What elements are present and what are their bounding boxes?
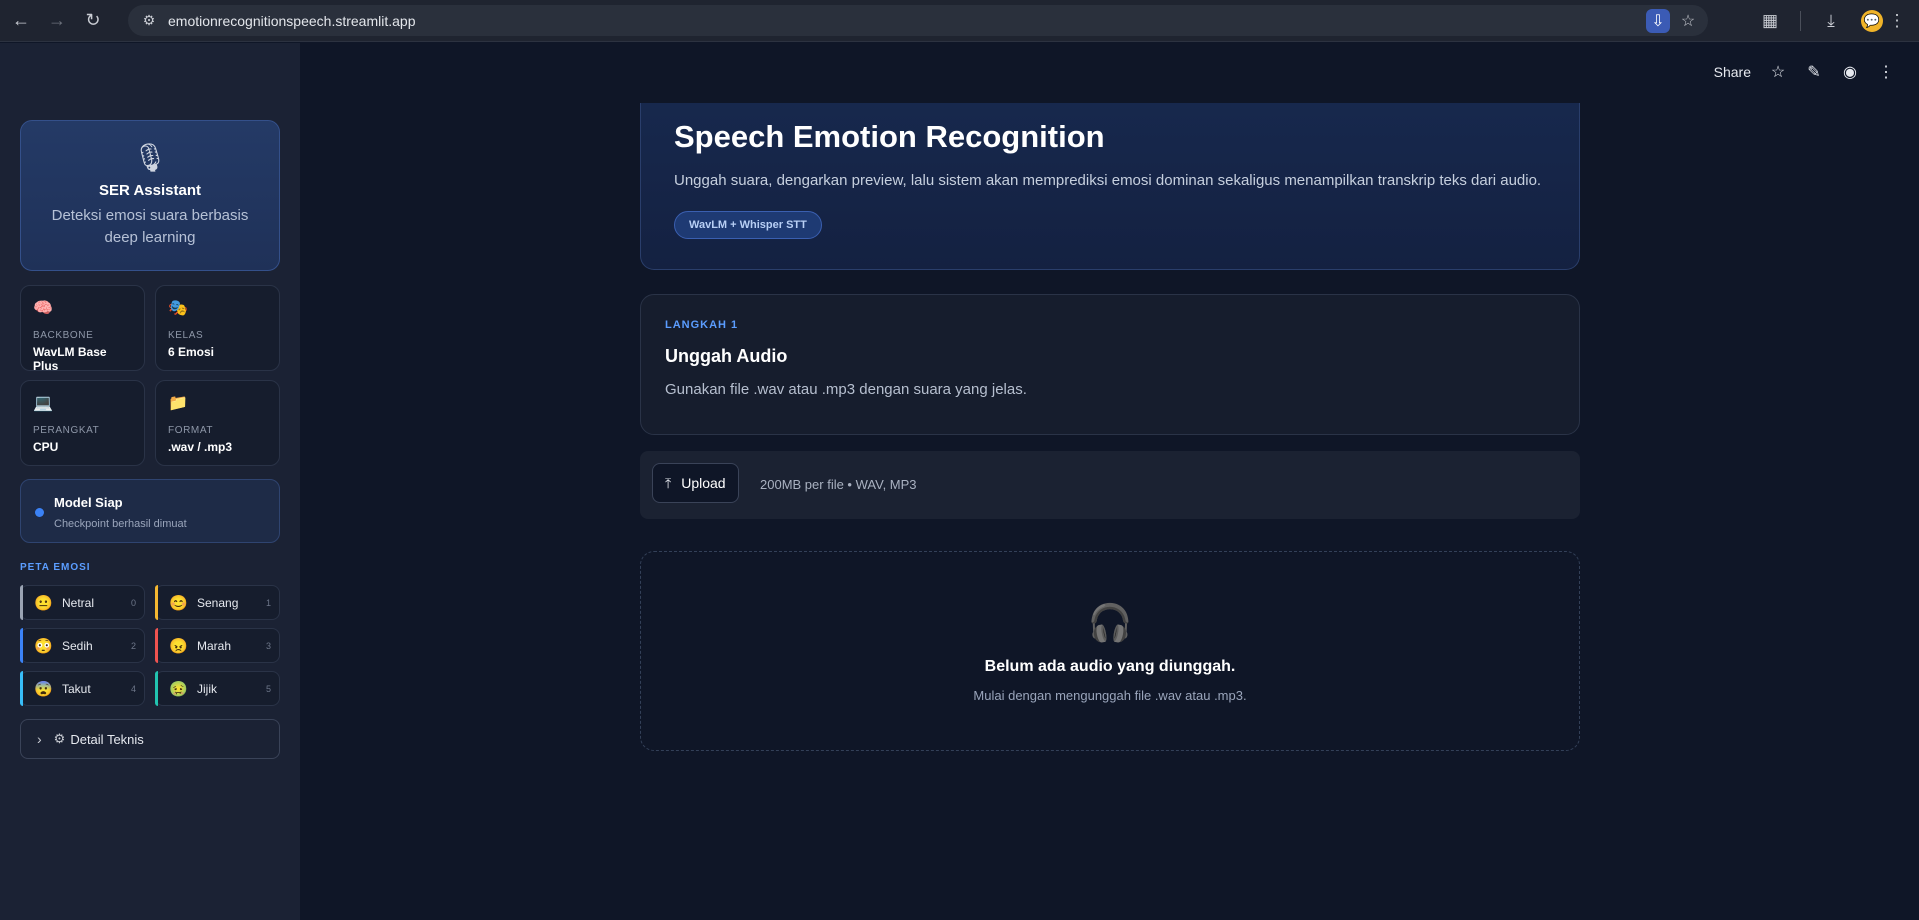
site-settings-icon[interactable]: ⚙: [136, 10, 162, 32]
emotion-index: 5: [265, 683, 271, 694]
emotion-index: 0: [130, 597, 136, 608]
flushed-face-icon: 😳: [34, 637, 53, 655]
upload-icon: ⤒: [665, 474, 672, 491]
hero-banner: Speech Emotion Recognition Unggah suara,…: [640, 103, 1580, 270]
brain-icon: 🧠: [33, 300, 53, 317]
page-title: Speech Emotion Recognition: [674, 119, 1105, 154]
status-dot: [35, 508, 44, 517]
model-status-card: Model Siap Checkpoint berhasil dimuat: [20, 479, 280, 543]
star-icon[interactable]: ☆: [1769, 62, 1787, 82]
upload-hint: 200MB per file • WAV, MP3: [760, 477, 917, 492]
emotion-index: 2: [130, 640, 136, 651]
downloads-icon[interactable]: ⤓: [1817, 7, 1845, 35]
emotion-name: Marah: [197, 638, 232, 653]
info-value: .wav / .mp3: [168, 440, 233, 454]
empty-state-title: Belum ada audio yang diunggah.: [984, 658, 1236, 675]
emotion-index: 4: [130, 683, 136, 694]
emotion-index: 3: [265, 640, 271, 651]
theater-masks-icon: 🎭: [168, 300, 188, 317]
smiling-face-icon: 😊: [169, 594, 188, 612]
model-status-title: Model Siap: [54, 495, 123, 510]
github-icon[interactable]: ◉: [1841, 62, 1859, 82]
info-label: PERANGKAT: [33, 425, 100, 436]
info-value: CPU: [33, 440, 59, 454]
emotion-color-bar: [20, 585, 23, 620]
emotion-item-netral: 😐 Netral 0: [20, 585, 145, 620]
info-value: WavLM Base Plus: [33, 345, 107, 373]
step-card: LANGKAH 1 Unggah Audio Gunakan file .wav…: [640, 294, 1580, 435]
fearful-face-icon: 😨: [34, 680, 53, 698]
model-status-subtitle: Checkpoint berhasil dimuat: [54, 518, 187, 530]
step-kicker: LANGKAH 1: [665, 319, 739, 331]
upload-button-label: Upload: [681, 475, 726, 491]
neutral-face-icon: 😐: [34, 594, 53, 612]
upload-button[interactable]: ⤒ Upload: [652, 463, 739, 503]
microphone-icon: 🎙: [132, 142, 168, 173]
empty-state-card: 🎧 Belum ada audio yang diunggah. Mulai d…: [640, 551, 1580, 751]
profile-avatar-icon[interactable]: 💬: [1861, 10, 1883, 32]
emotion-name: Netral: [62, 595, 95, 610]
file-uploader[interactable]: ⤒ Upload 200MB per file • WAV, MP3: [640, 451, 1580, 519]
info-label: BACKBONE: [33, 330, 94, 341]
emotion-map-heading: PETA EMOSI: [20, 562, 91, 573]
info-label: KELAS: [168, 330, 204, 341]
forward-arrow-icon[interactable]: →: [42, 6, 72, 36]
toolbar-divider: [1800, 11, 1801, 31]
emotion-color-bar: [20, 628, 23, 663]
step-description: Gunakan file .wav atau .mp3 dengan suara…: [665, 381, 1027, 398]
info-label: FORMAT: [168, 425, 214, 436]
info-card-backbone: 🧠 BACKBONE WavLM Base Plus: [20, 285, 145, 373]
assistant-card: 🎙 SER Assistant Deteksi emosi suara berb…: [20, 120, 280, 271]
detail-teknis-expander[interactable]: › ⚙ Detail Teknis: [20, 719, 280, 759]
model-badge: WavLM + Whisper STT: [674, 211, 822, 239]
extensions-icon[interactable]: ▦: [1756, 7, 1784, 35]
url-text[interactable]: emotionrecognitionspeech.streamlit.app: [168, 13, 415, 29]
app-toolbar: Share ☆ ✎ ◉ ⋮: [1714, 62, 1895, 82]
angry-face-icon: 😠: [169, 637, 188, 655]
emotion-name: Takut: [62, 681, 91, 696]
folder-icon: 📁: [168, 395, 188, 412]
hero-description: Unggah suara, dengarkan preview, lalu si…: [674, 172, 1542, 189]
step-title: Unggah Audio: [665, 346, 788, 366]
emotion-color-bar: [155, 585, 158, 620]
emotion-item-marah: 😠 Marah 3: [155, 628, 280, 663]
nauseated-face-icon: 🤢: [169, 680, 188, 698]
sidebar: 🎙 SER Assistant Deteksi emosi suara berb…: [0, 43, 300, 920]
headphones-icon: 🎧: [1087, 602, 1133, 643]
browser-toolbar: ← → ↻ ⚙ emotionrecognitionspeech.streaml…: [0, 0, 1919, 42]
emotion-name: Senang: [197, 595, 239, 610]
info-value: 6 Emosi: [168, 345, 215, 359]
detail-teknis-label: Detail Teknis: [70, 731, 144, 747]
bookmark-star-icon[interactable]: ☆: [1676, 9, 1700, 33]
emotion-item-senang: 😊 Senang 1: [155, 585, 280, 620]
info-card-perangkat: 💻 PERANGKAT CPU: [20, 380, 145, 466]
chevron-right-icon: ›: [37, 731, 42, 747]
emotion-name: Jijik: [197, 681, 217, 696]
assistant-title: SER Assistant: [99, 182, 201, 199]
emotion-name: Sedih: [62, 638, 93, 653]
emotion-item-jijik: 🤢 Jijik 5: [155, 671, 280, 706]
edit-pencil-icon[interactable]: ✎: [1805, 62, 1823, 82]
emotion-color-bar: [20, 671, 23, 706]
install-app-icon[interactable]: ⇩: [1646, 9, 1670, 33]
address-bar[interactable]: ⚙ emotionrecognitionspeech.streamlit.app…: [128, 5, 1708, 36]
info-card-kelas: 🎭 KELAS 6 Emosi: [155, 285, 280, 371]
more-options-icon[interactable]: ⋮: [1877, 62, 1895, 82]
browser-menu-icon[interactable]: ⋮: [1883, 7, 1911, 35]
emotion-color-bar: [155, 671, 158, 706]
assistant-description: Deteksi emosi suara berbasis deep learni…: [51, 207, 249, 246]
reload-icon[interactable]: ↻: [78, 6, 108, 36]
emotion-item-takut: 😨 Takut 4: [20, 671, 145, 706]
share-button[interactable]: Share: [1714, 64, 1751, 80]
back-arrow-icon[interactable]: ←: [6, 6, 36, 36]
empty-state-subtitle: Mulai dengan mengunggah file .wav atau .…: [973, 688, 1247, 703]
emotion-item-sedih: 😳 Sedih 2: [20, 628, 145, 663]
emotion-index: 1: [265, 597, 271, 608]
info-card-format: 📁 FORMAT .wav / .mp3: [155, 380, 280, 466]
laptop-icon: 💻: [33, 395, 53, 412]
emotion-color-bar: [155, 628, 158, 663]
gear-icon: ⚙: [53, 731, 66, 746]
